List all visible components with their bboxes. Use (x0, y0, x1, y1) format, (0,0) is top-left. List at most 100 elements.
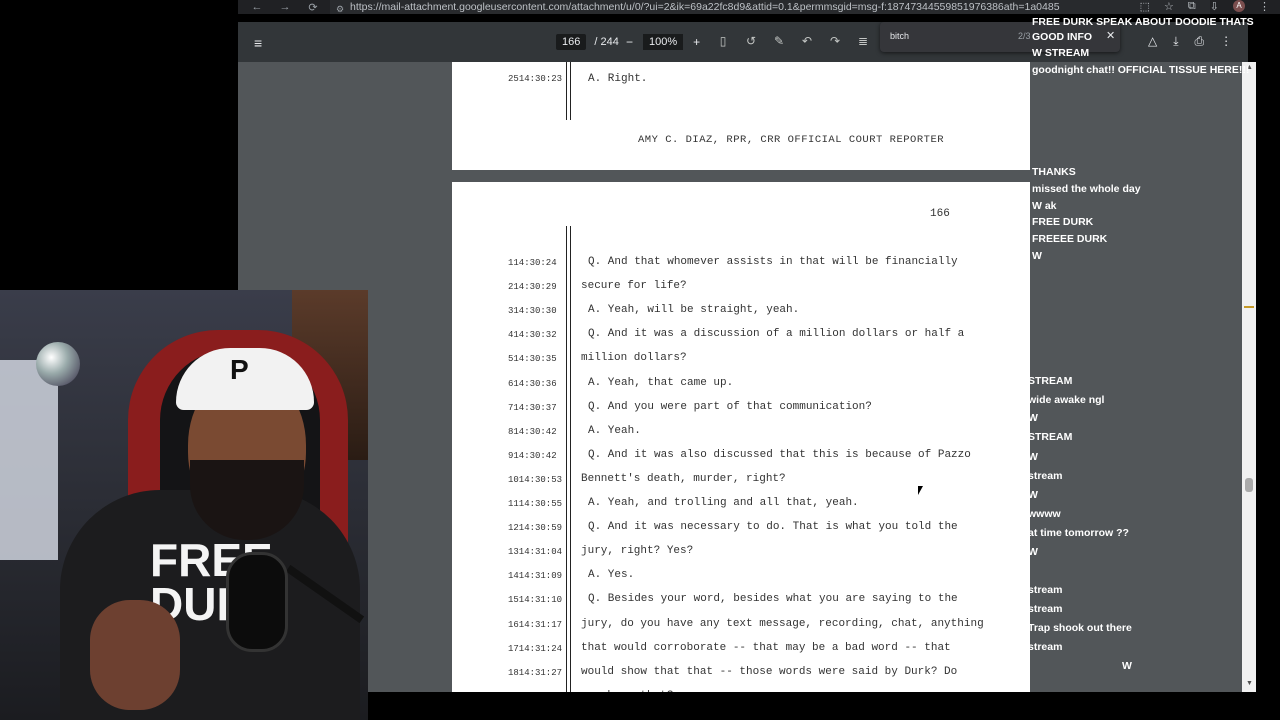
screen: ← → ⟳ ⚙ https://mail-attachment.googleus… (0, 0, 1280, 720)
reporter-footer: AMY C. DIAZ, RPR, CRR OFFICIAL COURT REP… (638, 134, 945, 146)
transcript-line: A. Yeah, and trolling and all that, yeah… (588, 497, 859, 509)
pdf-viewer[interactable]: 2514:30:23 A. Right. AMY C. DIAZ, RPR, C… (238, 62, 1242, 692)
address-bar[interactable]: ⚙ https://mail-attachment.googleusercont… (330, 0, 1210, 14)
scroll-thumb[interactable] (1245, 478, 1253, 492)
line-number: 614:30:36 (508, 378, 557, 389)
transcript-line: Q. And you were part of that communicati… (588, 400, 872, 413)
transcript-line: Q. And it was also discussed that this i… (588, 448, 971, 461)
transcript-line: A. Yeah. (588, 424, 641, 437)
line-number: 514:30:35 (508, 354, 557, 365)
margin-line (566, 62, 567, 120)
annotate-icon[interactable]: ✎ (772, 34, 786, 48)
zoom-out-icon[interactable]: − (626, 35, 633, 49)
line-number: 814:30:42 (508, 426, 557, 437)
extensions-puzzle-icon[interactable]: ⧉ (1188, 0, 1196, 13)
light-panel (0, 360, 58, 560)
streamer-hand (90, 600, 180, 710)
line-number: 114:30:24 (508, 258, 557, 268)
find-bar: bitch 2/3 ✕ (880, 22, 1120, 52)
webcam-overlay: P FREE DURK (0, 290, 368, 720)
close-icon[interactable]: ✕ (1106, 29, 1115, 42)
disco-ball (36, 342, 80, 386)
transcript-line: would show that that -- those words were… (581, 665, 958, 678)
line-number: 1514:31:10 (508, 595, 563, 606)
forward-icon[interactable]: → (278, 1, 292, 14)
transcript-line: that would corroborate -- that may be a … (581, 641, 951, 654)
scroll-down-icon[interactable]: ▼ (1246, 680, 1253, 687)
transcript-line: jury, do you have any text message, reco… (581, 617, 984, 630)
line-number: 1614:31:17 (508, 619, 563, 630)
url-text: https://mail-attachment.googleuserconten… (350, 1, 1060, 13)
download-icon[interactable]: ⇩ (1210, 0, 1219, 13)
line-number: 1714:31:24 (508, 643, 563, 654)
browser-nav: ← → ⟳ (238, 1, 320, 14)
transcript-line: A. Right. (588, 73, 648, 85)
transcript-line: Q. And that whomever assists in that wil… (588, 256, 958, 268)
transcript-line: A. Yeah, will be straight, yeah. (588, 304, 800, 317)
margin-line (566, 226, 567, 692)
line-number: 1314:31:04 (508, 547, 563, 558)
undo-icon[interactable]: ↶ (800, 34, 814, 48)
mouse-cursor (918, 486, 923, 495)
scrollbar[interactable]: ▲ ▼ (1242, 62, 1256, 692)
zoom-value[interactable]: 100% (643, 34, 684, 50)
cap-logo: P (230, 354, 249, 385)
margin-line (570, 226, 571, 692)
line-number: 314:30:30 (508, 306, 557, 317)
line-number: 714:30:37 (508, 402, 557, 413)
transcript-page: 166 114:30:24 Q. And that whomever assist… (452, 182, 1030, 692)
hamburger-menu-icon[interactable]: ≡ (254, 35, 262, 51)
transcript-line: Q. And it was a discussion of a million … (588, 328, 965, 341)
microphone (226, 552, 288, 652)
transcript-line: you have that? (581, 690, 673, 692)
find-count: 2/3 (1018, 31, 1031, 41)
transcript-line: million dollars? (581, 352, 687, 365)
pdf-right-tools: △ ⤓ ⎙ ⋮ (1148, 34, 1232, 49)
page-number: 166 (930, 208, 950, 220)
back-icon[interactable]: ← (250, 1, 264, 14)
scroll-up-icon[interactable]: ▲ (1246, 64, 1253, 71)
profile-avatar[interactable]: A (1233, 0, 1245, 12)
line-number: 1214:30:59 (508, 523, 563, 534)
browser-actions: ⬚ ☆ ⧉ ⇩ A ⋮ (1140, 0, 1270, 13)
find-input[interactable]: bitch (890, 31, 909, 41)
text-icon[interactable]: ≣ (856, 34, 870, 48)
margin-line (570, 62, 571, 120)
extension-icon[interactable]: ⬚ (1140, 0, 1150, 13)
redo-icon[interactable]: ↷ (828, 34, 842, 48)
browser-menu-icon[interactable]: ⋮ (1259, 0, 1270, 13)
rotate-icon[interactable]: ↺ (744, 34, 758, 48)
transcript-line: jury, right? Yes? (581, 545, 694, 558)
print-icon[interactable]: ⎙ (1195, 34, 1205, 49)
transcript-line: Q. And it was necessary to do. That is w… (588, 521, 958, 534)
fit-page-icon[interactable]: ▯ (716, 34, 730, 48)
more-options-icon[interactable]: ⋮ (1220, 34, 1232, 49)
line-number: 214:30:29 (508, 282, 557, 293)
line-number: 1014:30:53 (508, 474, 563, 485)
line-number: 914:30:42 (508, 450, 557, 461)
total-pages: / 244 (594, 36, 619, 48)
line-number: 1414:31:09 (508, 571, 563, 582)
reload-icon[interactable]: ⟳ (306, 1, 320, 14)
transcript-line: A. Yes. (588, 569, 635, 582)
transcript-line: Bennett's death, murder, right? (581, 472, 786, 485)
bookmark-star-icon[interactable]: ☆ (1164, 0, 1174, 13)
drive-icon[interactable]: △ (1148, 34, 1157, 49)
pdf-tools: ▯ ↺ ✎ ↶ ↷ ≣ (716, 34, 870, 48)
transcript-page-previous: 2514:30:23 A. Right. AMY C. DIAZ, RPR, C… (452, 62, 1030, 170)
zoom-in-icon[interactable]: + (693, 35, 700, 49)
browser-toolbar: ← → ⟳ ⚙ https://mail-attachment.googleus… (238, 0, 1280, 14)
pdf-download-icon[interactable]: ⤓ (1173, 34, 1178, 49)
current-page-input[interactable]: 166 (556, 34, 587, 50)
transcript-line: A. Yeah, that came up. (588, 376, 734, 389)
line-number: 2514:30:23 (508, 74, 563, 84)
line-number: 1814:31:27 (508, 667, 563, 678)
page-control: 166 / 244 (556, 34, 619, 50)
site-info-icon[interactable]: ⚙ (336, 2, 346, 14)
transcript-line: Q. Besides your word, besides what you a… (588, 593, 958, 606)
line-number: 414:30:32 (508, 330, 557, 341)
zoom-control: − 100% + (626, 34, 700, 50)
divider (1244, 306, 1254, 308)
line-number: 1114:30:55 (508, 499, 563, 509)
transcript-line: secure for life? (581, 280, 687, 293)
